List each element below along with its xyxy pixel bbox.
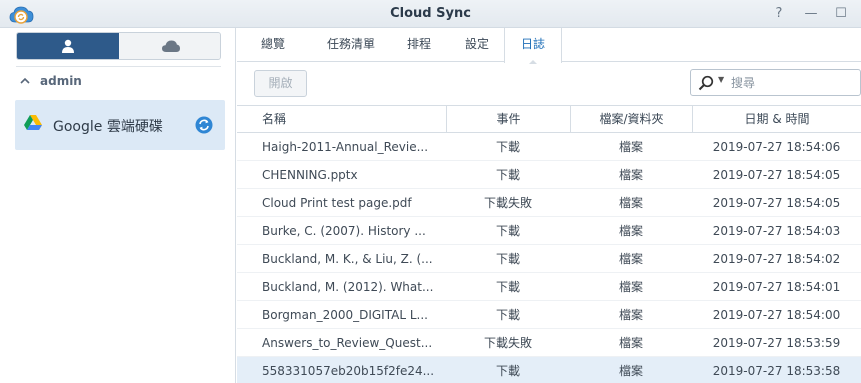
search-field[interactable]: ▼ [690,69,861,96]
cell-datetime: 2019-07-27 18:53:59 [712,336,841,350]
cell-datetime: 2019-07-27 18:54:02 [712,252,841,266]
cell-name: Buckland, M. (2012). What... [262,280,434,294]
connection-label: Google 雲端硬碟 [53,119,163,135]
cell-name: Cloud Print test page.pdf [262,196,412,210]
cell-datetime: 2019-07-27 18:53:58 [712,364,841,378]
cell-event: 下載 [495,140,520,154]
cell-type: 檔案 [618,196,643,210]
table-row[interactable]: Burke, C. (2007). History ... 下載 檔案 2019… [237,217,861,245]
cloud-view-button[interactable] [120,33,220,59]
cell-event: 下載失敗 [483,336,532,350]
table-row[interactable]: Haigh-2011-Annual_Revie... 下載 檔案 2019-07… [237,133,861,161]
open-button[interactable]: 開啟 [254,70,307,97]
cell-name: CHENNING.pptx [262,168,358,182]
table-row[interactable]: Buckland, M. K., & Liu, Z. (... 下載 檔案 20… [237,245,861,273]
tab-bar: 總覽 任務清單 排程 設定 日誌 [237,28,861,64]
sync-icon [195,116,213,134]
account-group-label: admin [40,74,82,88]
cell-type: 檔案 [618,308,643,322]
search-options-chevron-icon[interactable]: ▼ [718,75,724,84]
table-row-selected[interactable]: 558331057eb20b15f2fe24... 下載 檔案 2019-07-… [237,357,861,383]
cell-type: 檔案 [618,168,643,182]
table-row[interactable]: CHENNING.pptx 下載 檔案 2019-07-27 18:54:05 [237,161,861,189]
table-row[interactable]: Answers_to_Review_Quest... 下載失敗 檔案 2019-… [237,329,861,357]
cell-event: 下載 [495,168,520,182]
search-icon [698,75,714,91]
title-bar: Cloud Sync ? — ☐ [0,0,861,28]
chevron-up-icon [20,74,30,88]
sidebar: admin Google 雲端硬碟 [0,28,236,383]
table-row[interactable]: Buckland, M. (2012). What... 下載 檔案 2019-… [237,273,861,301]
help-button[interactable]: ? [770,5,788,23]
cell-name: Buckland, M. K., & Liu, Z. (... [262,252,433,266]
window-title: Cloud Sync [390,6,471,21]
cell-datetime: 2019-07-27 18:54:06 [712,140,841,154]
tab-task-list[interactable]: 任務清單 [317,28,385,62]
view-switcher [16,32,221,60]
table-header: 名稱 事件 檔案/資料夾 日期 & 時間 [237,105,861,133]
account-group-header[interactable]: admin [20,74,82,92]
cell-name: Answers_to_Review_Quest... [262,336,433,350]
cell-event: 下載 [495,252,520,266]
user-view-button[interactable] [17,33,119,59]
cell-name: Haigh-2011-Annual_Revie... [262,140,429,154]
cell-datetime: 2019-07-27 18:54:03 [712,224,841,238]
minimize-button[interactable]: — [802,5,820,23]
cell-event: 下載 [495,280,520,294]
cell-datetime: 2019-07-27 18:54:00 [712,308,841,322]
cell-name: Borgman_2000_DIGITAL L... [262,308,428,322]
tab-schedule[interactable]: 排程 [401,28,437,62]
cell-datetime: 2019-07-27 18:54:05 [712,196,841,210]
cell-type: 檔案 [618,224,643,238]
maximize-button[interactable]: ☐ [832,5,850,23]
google-drive-icon [24,115,42,130]
column-header-name[interactable]: 名稱 [262,106,442,133]
tab-settings[interactable]: 設定 [459,28,495,62]
cell-event: 下載 [495,224,520,238]
tab-log[interactable]: 日誌 [504,28,562,64]
column-header-datetime[interactable]: 日期 & 時間 [692,106,861,133]
cell-name: Burke, C. (2007). History ... [262,224,426,238]
cell-type: 檔案 [618,364,643,378]
cell-datetime: 2019-07-27 18:54:01 [712,280,841,294]
search-input[interactable] [731,74,851,92]
connection-google-drive[interactable]: Google 雲端硬碟 [15,100,225,150]
cell-event: 下載失敗 [483,196,532,210]
cloud-icon [161,40,180,52]
cell-name: 558331057eb20b15f2fe24... [262,364,435,378]
tab-overview[interactable]: 總覽 [255,28,291,62]
table-row[interactable]: Borgman_2000_DIGITAL L... 下載 檔案 2019-07-… [237,301,861,329]
divider [16,66,221,67]
column-header-event[interactable]: 事件 [446,106,570,133]
cell-type: 檔案 [618,140,643,154]
cell-type: 檔案 [618,280,643,294]
cell-datetime: 2019-07-27 18:54:05 [712,168,841,182]
cell-type: 檔案 [618,252,643,266]
cell-event: 下載 [495,308,520,322]
table-row[interactable]: Cloud Print test page.pdf 下載失敗 檔案 2019-0… [237,189,861,217]
column-header-type[interactable]: 檔案/資料夾 [570,106,692,133]
user-icon [62,39,74,53]
cell-type: 檔案 [618,336,643,350]
cell-event: 下載 [495,364,520,378]
